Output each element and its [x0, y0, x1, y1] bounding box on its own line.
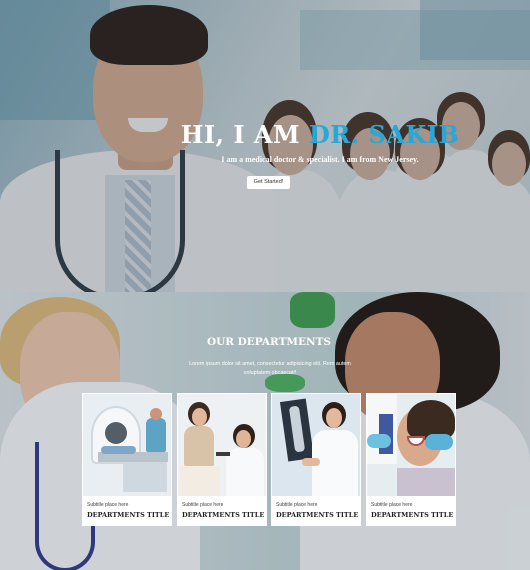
- department-card[interactable]: Subtitle place here DEPARTMENTS TITLE: [82, 393, 172, 526]
- hero-subtitle: I am a medical doctor & specialist. I am…: [221, 155, 419, 164]
- department-card[interactable]: Subtitle place here DEPARTMENTS TITLE: [271, 393, 361, 526]
- card-title: DEPARTMENTS TITLE: [182, 511, 265, 519]
- card-title: DEPARTMENTS TITLE: [371, 511, 454, 519]
- card-subtitle: Subtitle place here: [276, 502, 318, 508]
- hero-content: HI, I AM DR. SAKIB I am a medical doctor…: [0, 0, 530, 292]
- card-subtitle: Subtitle place here: [371, 502, 413, 508]
- hero-title-text: HI, I AM: [180, 120, 309, 149]
- mri-scanner-photo: [83, 394, 171, 496]
- hero-title-accent: DR. SAKIB: [308, 120, 460, 149]
- get-started-button[interactable]: Get Started!: [247, 176, 290, 189]
- hero-section: HI, I AM DR. SAKIB I am a medical doctor…: [0, 0, 530, 292]
- doctor-examining-patient-photo: [178, 394, 266, 496]
- department-card[interactable]: Subtitle place here DEPARTMENTS TITLE: [366, 393, 456, 526]
- doctor-viewing-xray-photo: [272, 394, 360, 496]
- department-cards: Subtitle place here DEPARTMENTS TITLE Su…: [82, 393, 457, 526]
- departments-section: OUR DEPARTMENTS Lorem ipsum dolor sit am…: [0, 292, 530, 570]
- hero-title: HI, I AM DR. SAKIB: [110, 120, 530, 149]
- departments-description: Lorem ipsum dolor sit amet, consectetur …: [189, 361, 351, 376]
- card-title: DEPARTMENTS TITLE: [276, 511, 359, 519]
- card-subtitle: Subtitle place here: [182, 502, 224, 508]
- dental-checkup-photo: [367, 394, 455, 496]
- department-card[interactable]: Subtitle place here DEPARTMENTS TITLE: [177, 393, 267, 526]
- departments-title: OUR DEPARTMENTS: [206, 336, 332, 348]
- card-title: DEPARTMENTS TITLE: [87, 511, 170, 519]
- card-subtitle: Subtitle place here: [87, 502, 129, 508]
